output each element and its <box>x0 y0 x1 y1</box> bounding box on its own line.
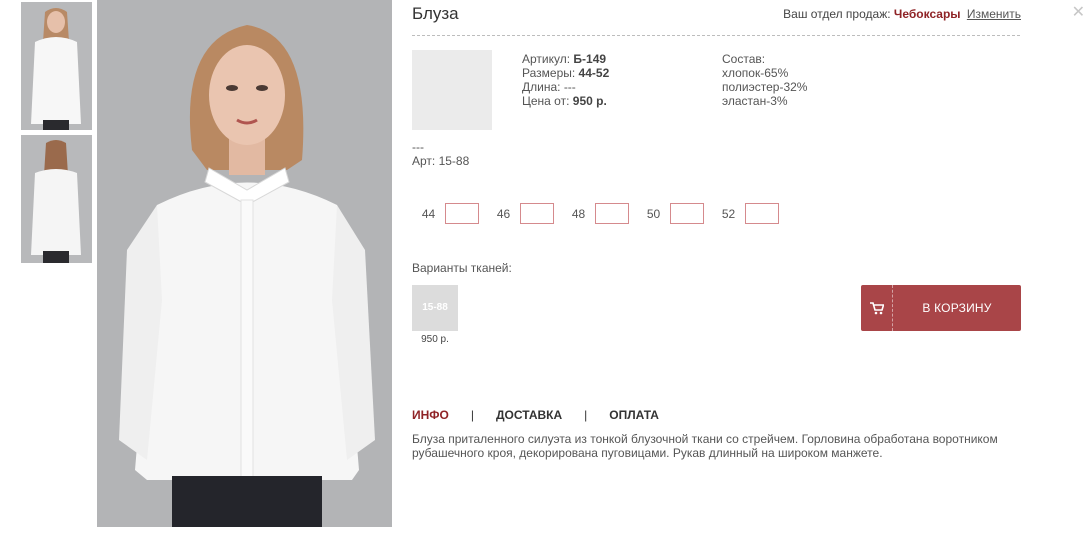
article-row: Артикул: Б-149 <box>522 52 607 66</box>
length-value: --- <box>563 80 576 94</box>
tab-separator: | <box>584 408 588 422</box>
add-to-cart-button[interactable]: В КОРЗИНУ <box>861 285 1021 331</box>
tab-payment[interactable]: ОПЛАТА <box>609 408 659 422</box>
length-row: Длина: --- <box>522 80 576 94</box>
product-image <box>97 0 392 527</box>
size-52-quantity-input[interactable] <box>745 203 779 224</box>
size-label: 48 <box>571 206 586 221</box>
composition-label: Состав: <box>722 52 766 66</box>
composition-item: хлопок-65% <box>722 66 789 80</box>
notes-line: --- <box>412 140 424 154</box>
composition-item: эластан-3% <box>722 94 788 108</box>
main-product-photo[interactable] <box>97 0 392 527</box>
fabric-variants-label: Варианты тканей: <box>412 261 512 275</box>
article-value: Б-149 <box>573 52 607 66</box>
article-code: Арт: 15-88 <box>412 154 470 168</box>
composition: Состав: хлопок-65% полиэстер-32% эластан… <box>722 52 807 108</box>
composition-item: полиэстер-32% <box>722 80 808 94</box>
tab-separator: | <box>470 408 474 422</box>
tab-delivery[interactable]: ДОСТАВКА <box>496 408 562 422</box>
fabric-preview <box>412 50 492 130</box>
size-quantity-row: 44 46 48 50 52 <box>412 203 787 224</box>
add-to-cart-label: В КОРЗИНУ <box>922 301 992 315</box>
sales-label: Ваш отдел продаж: <box>783 7 891 21</box>
divider <box>412 35 1020 36</box>
size-label: 46 <box>496 206 511 221</box>
size-label: 52 <box>721 206 736 221</box>
thumbnail-front[interactable] <box>21 2 92 130</box>
thumbnail-back[interactable] <box>21 135 92 263</box>
sales-city: Чебоксары <box>893 7 961 21</box>
size-50-quantity-input[interactable] <box>670 203 704 224</box>
size-label: 44 <box>421 206 436 221</box>
sizes-value: 44-52 <box>578 66 610 80</box>
size-46-quantity-input[interactable] <box>520 203 554 224</box>
size-48-quantity-input[interactable] <box>595 203 629 224</box>
size-label: 50 <box>646 206 661 221</box>
fabric-variant-price: 950 р. <box>421 334 449 345</box>
tab-info[interactable]: ИНФО <box>412 408 449 422</box>
fabric-variant-swatch[interactable]: 15-88 <box>412 285 458 331</box>
close-icon[interactable]: ✕ <box>1072 2 1085 22</box>
price-row: Цена от: 950 р. <box>522 94 607 108</box>
thumbnail-front-image <box>21 2 92 130</box>
info-tabs: ИНФО | ДОСТАВКА | ОПЛАТА <box>412 408 659 422</box>
change-city-link[interactable]: Изменить <box>967 7 1021 21</box>
sales-department: Ваш отдел продаж: Чебоксары Изменить <box>783 7 1021 21</box>
notes: --- Арт: 15-88 <box>412 140 469 168</box>
price-value: 950 р. <box>572 94 607 108</box>
cart-icon <box>861 285 893 331</box>
thumbnail-back-image <box>21 135 92 263</box>
size-44-quantity-input[interactable] <box>445 203 479 224</box>
product-title: Блуза <box>412 4 459 23</box>
sizes-row: Размеры: 44-52 <box>522 66 610 80</box>
specs: Артикул: Б-149 Размеры: 44-52 Длина: ---… <box>522 52 609 108</box>
product-description: Блуза приталенного силуэта из тонкой блу… <box>412 432 998 460</box>
